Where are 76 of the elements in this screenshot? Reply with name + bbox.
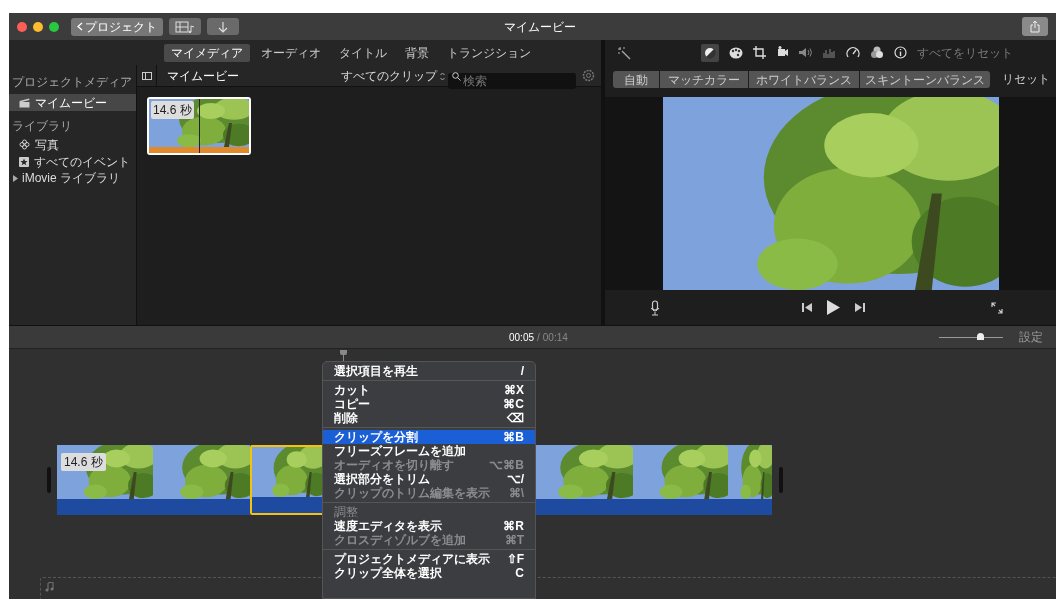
menu-item[interactable]: フリーズフレームを追加	[323, 444, 535, 458]
clip-duration-label: 14.6 秒	[61, 453, 106, 471]
color-tab[interactable]: マッチカラー	[660, 70, 748, 88]
menu-item[interactable]: 削除 ⌫	[323, 411, 535, 425]
timecode-separator: /	[537, 330, 540, 345]
microphone-icon[interactable]	[650, 299, 660, 316]
media-tab[interactable]: 背景	[398, 43, 436, 62]
menu-item[interactable]: クリップ全体を選択 C	[323, 566, 535, 580]
playhead[interactable]	[340, 350, 347, 361]
close-button[interactable]	[17, 21, 27, 32]
search-icon	[452, 71, 461, 81]
menu-item[interactable]: プロジェクトメディアに表示 ⇧F	[323, 552, 535, 566]
clip-filter-dropdown[interactable]: すべてのクリップ	[341, 66, 445, 85]
sidebar-item[interactable]: 写真	[9, 136, 136, 153]
info-icon[interactable]	[894, 46, 907, 59]
crop-icon[interactable]	[753, 46, 766, 59]
palette-icon[interactable]	[729, 46, 743, 59]
star-box-icon	[19, 156, 29, 167]
skip-back-icon[interactable]	[802, 303, 812, 312]
play-icon[interactable]	[827, 300, 840, 315]
section-heading: ライブラリ	[11, 118, 73, 135]
menu-item[interactable]: 選択部分をトリム ⌥/	[323, 472, 535, 486]
media-tab[interactable]: オーディオ	[254, 43, 328, 62]
color-tab[interactable]: ホワイトバランス	[749, 70, 859, 88]
color-balance-tool[interactable]	[701, 43, 719, 62]
speaker-icon[interactable]	[798, 47, 813, 58]
media-tab[interactable]: トランジション	[440, 43, 538, 62]
search-field[interactable]: 検索	[448, 72, 576, 89]
fullscreen-icon[interactable]	[991, 301, 1003, 314]
section-heading: プロジェクトメディア	[11, 74, 133, 91]
down-arrow-icon	[218, 20, 228, 33]
skip-forward-icon[interactable]	[855, 303, 865, 312]
video-camera-icon[interactable]	[776, 46, 788, 59]
timecode: 00:05	[509, 330, 535, 345]
media-tab[interactable]: タイトル	[332, 43, 394, 62]
music-note-icon	[45, 582, 54, 592]
menu-item[interactable]: 速度エディタを表示 ⌘R	[323, 519, 535, 533]
menu-item[interactable]: 選択項目を再生 /	[323, 364, 535, 378]
media-import-button[interactable]	[169, 18, 201, 35]
menu-section-header: 調整	[333, 505, 359, 519]
menu-item[interactable]: カット ⌘X	[323, 383, 535, 397]
back-button[interactable]: プロジェクト	[71, 17, 163, 36]
settings-button[interactable]: 設定	[1019, 328, 1043, 346]
menu-item[interactable]: コピー ⌘C	[323, 397, 535, 411]
minimize-button[interactable]	[33, 21, 43, 32]
browser-title: マイムービー	[167, 67, 239, 85]
half-circle-icon	[704, 46, 716, 59]
disclosure-triangle-icon[interactable]	[12, 174, 19, 182]
media-tab[interactable]: マイメディア	[164, 43, 250, 62]
settings-icon[interactable]	[582, 69, 595, 82]
reset-button[interactable]: リセット	[1002, 70, 1050, 88]
clapperboard-icon	[19, 97, 30, 108]
share-button[interactable]	[1022, 17, 1048, 36]
zoom-slider[interactable]	[939, 331, 1003, 343]
film-music-icon	[175, 20, 195, 33]
magic-wand-icon[interactable]	[617, 45, 631, 60]
window-title: マイムービー	[504, 18, 576, 36]
clip-duration-label: 14.6 秒	[151, 101, 194, 119]
library-item[interactable]: iMovie ライブラリ	[9, 170, 136, 186]
duration-text: 00:14	[542, 330, 568, 345]
flower-icon	[19, 139, 30, 150]
speedometer-icon[interactable]	[846, 46, 860, 59]
up-down-chevron-icon	[440, 71, 445, 81]
zoom-button[interactable]	[49, 21, 59, 32]
menu-item[interactable]: クリップを分割 ⌘B	[323, 430, 535, 444]
sidebar-item[interactable]: マイムービー	[9, 94, 136, 111]
slider-thumb[interactable]	[977, 332, 985, 340]
color-tab[interactable]: スキントーンバランス	[860, 70, 990, 88]
chevron-left-icon	[77, 22, 83, 31]
import-button[interactable]	[207, 18, 239, 35]
sidebar-icon	[141, 71, 152, 80]
color-tab[interactable]: 自動	[613, 70, 659, 88]
share-icon	[1030, 20, 1040, 33]
media-clip[interactable]: 14.6 秒	[147, 97, 251, 155]
overlapping-circles-icon[interactable]	[870, 46, 884, 59]
sidebar-item[interactable]: すべてのイベント	[9, 153, 136, 170]
